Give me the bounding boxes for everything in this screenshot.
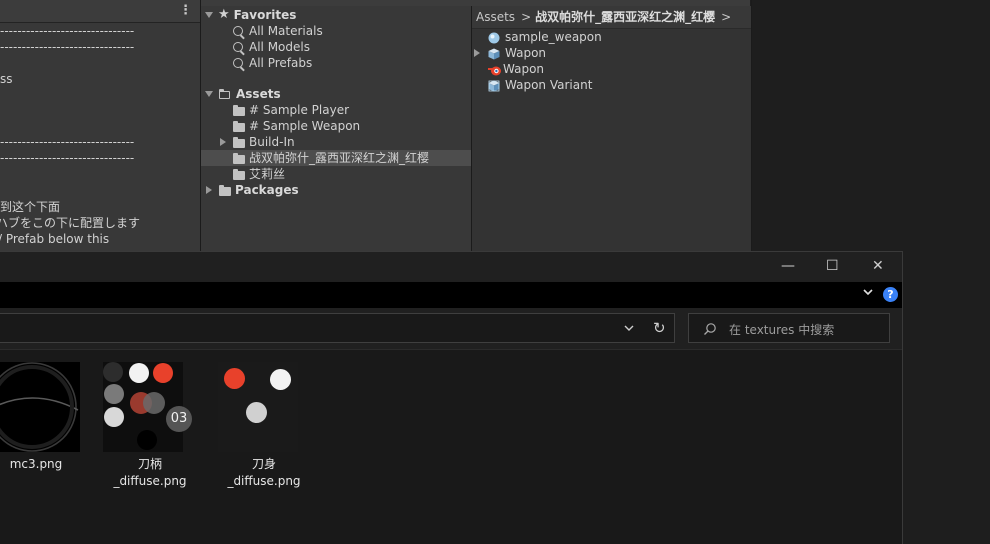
expand-down-icon[interactable] xyxy=(205,91,213,97)
dashed-line: ------------------------------- xyxy=(0,24,135,38)
breadcrumb-current[interactable]: 战双帕弥什_露西亚深红之渊_红樱 xyxy=(535,9,715,25)
close-button[interactable]: ✕ xyxy=(872,259,884,273)
file-thumbnail[interactable]: 03 xyxy=(103,362,192,452)
search-placeholder: 在 textures 中搜索 xyxy=(729,323,835,337)
folder-label: # Sample Player xyxy=(249,103,350,117)
file-name: Wapon xyxy=(505,46,547,60)
explorer-ribbon: ? xyxy=(0,282,902,308)
file-item[interactable]: Wapon xyxy=(488,61,544,77)
folder-label: 战双帕弥什_露西亚深红之渊_红樱 xyxy=(249,151,430,165)
file-thumbnail[interactable] xyxy=(0,362,80,452)
background-area xyxy=(903,251,990,543)
folder-label: Build-In xyxy=(249,135,295,149)
folder-open-icon xyxy=(218,88,230,99)
favorites-row[interactable]: ★ Favorites xyxy=(205,7,296,23)
star-icon: ★ xyxy=(218,7,230,22)
search-icon xyxy=(233,42,243,52)
search-icon xyxy=(233,26,243,36)
file-item[interactable]: Wapon xyxy=(474,45,546,61)
address-bar[interactable]: ↻ xyxy=(0,313,675,343)
packages-row[interactable]: Packages xyxy=(206,182,299,198)
file-name: Wapon xyxy=(503,62,545,76)
expand-right-icon[interactable] xyxy=(206,186,212,194)
background-area xyxy=(752,0,990,251)
file-explorer-window: — ☐ ✕ ? ↻ 在 textures 中搜索 mc3.png 03 刀柄 _… xyxy=(0,251,903,544)
folder-icon xyxy=(233,120,245,132)
inspector-header: ⋮ xyxy=(0,0,200,23)
favorites-label: Favorites xyxy=(233,8,297,22)
kebab-menu-icon[interactable]: ⋮ xyxy=(179,3,192,19)
search-icon xyxy=(233,58,243,68)
favorites-item[interactable]: All Models xyxy=(233,39,310,55)
folder-icon xyxy=(233,104,245,116)
help-icon[interactable]: ? xyxy=(883,287,898,302)
inspector-text: ss xyxy=(0,72,13,86)
assets-label: Assets xyxy=(236,87,281,101)
dashed-line: ------------------------------- xyxy=(0,135,135,149)
tree-folder[interactable]: # Sample Weapon xyxy=(233,118,360,134)
search-icon xyxy=(703,322,717,339)
file-item[interactable]: Wapon Variant xyxy=(488,77,592,93)
inspector-text-cn: 到这个下面 xyxy=(0,200,61,214)
favorites-item[interactable]: All Prefabs xyxy=(233,55,312,71)
blender-model-icon xyxy=(488,64,501,75)
breadcrumb-root[interactable]: Assets xyxy=(476,9,515,25)
assets-row[interactable]: Assets xyxy=(205,86,281,102)
chevron-down-icon[interactable] xyxy=(623,322,635,337)
chevron-down-icon[interactable] xyxy=(862,286,874,301)
file-badge: 03 xyxy=(166,406,192,432)
prefab-variant-icon xyxy=(488,80,500,91)
folder-icon xyxy=(233,152,245,164)
refresh-icon[interactable]: ↻ xyxy=(653,319,666,337)
tree-folder[interactable]: # Sample Player xyxy=(233,102,349,118)
folder-icon xyxy=(233,136,245,148)
breadcrumb: Assets > 战双帕弥什_露西亚深红之渊_红樱 > xyxy=(472,6,751,29)
expand-right-icon[interactable] xyxy=(474,49,480,57)
dashed-line: ------------------------------- xyxy=(0,40,135,54)
folder-label: # Sample Weapon xyxy=(249,119,361,133)
material-sphere-icon xyxy=(488,32,500,43)
explorer-title-bar[interactable]: — ☐ ✕ xyxy=(0,252,902,282)
tree-folder-selected[interactable]: 战双帕弥什_露西亚深红之渊_红樱 xyxy=(201,150,471,166)
favorites-item[interactable]: All Materials xyxy=(233,23,323,39)
file-thumbnail[interactable] xyxy=(218,362,298,452)
tree-folder[interactable]: 艾莉丝 xyxy=(233,166,285,182)
inspector-text-jp: ハブをこの下に配置します xyxy=(0,216,141,230)
breadcrumb-separator: > xyxy=(521,10,532,24)
file-name: mc3.png xyxy=(9,457,63,471)
dashed-line: ------------------------------- xyxy=(0,151,135,165)
breadcrumb-separator: > xyxy=(721,10,732,24)
file-name: sample_weapon xyxy=(505,30,602,44)
expand-down-icon[interactable] xyxy=(205,12,213,18)
prefab-cube-icon xyxy=(488,48,500,59)
search-box[interactable]: 在 textures 中搜索 xyxy=(688,313,890,343)
favorites-item-label: All Models xyxy=(249,40,310,54)
file-name-line2: _diffuse.png xyxy=(113,474,187,488)
favorites-item-label: All Prefabs xyxy=(249,56,313,70)
inspector-panel: ⋮ ------------------------------- ------… xyxy=(0,0,200,251)
favorites-item-label: All Materials xyxy=(249,24,323,38)
inspector-text-en: / Prefab below this xyxy=(0,232,110,246)
packages-label: Packages xyxy=(235,183,299,197)
maximize-button[interactable]: ☐ xyxy=(826,259,839,273)
project-tree: ★ Favorites All Materials All Models All… xyxy=(201,6,471,251)
file-name-line2: _diffuse.png xyxy=(227,474,301,488)
expand-right-icon[interactable] xyxy=(220,138,226,146)
file-item[interactable]: sample_weapon xyxy=(488,29,602,45)
folder-icon xyxy=(219,184,231,196)
tree-folder[interactable]: Build-In xyxy=(220,134,295,150)
file-name-line1: 刀柄 xyxy=(137,457,162,471)
file-name: Wapon Variant xyxy=(505,78,593,92)
minimize-button[interactable]: — xyxy=(781,259,795,273)
folder-icon xyxy=(233,168,245,180)
file-grid: mc3.png 03 刀柄 _diffuse.png 刀身 _diffuse.p… xyxy=(0,350,902,544)
folder-label: 艾莉丝 xyxy=(249,167,286,181)
file-name-line1: 刀身 xyxy=(251,457,276,471)
